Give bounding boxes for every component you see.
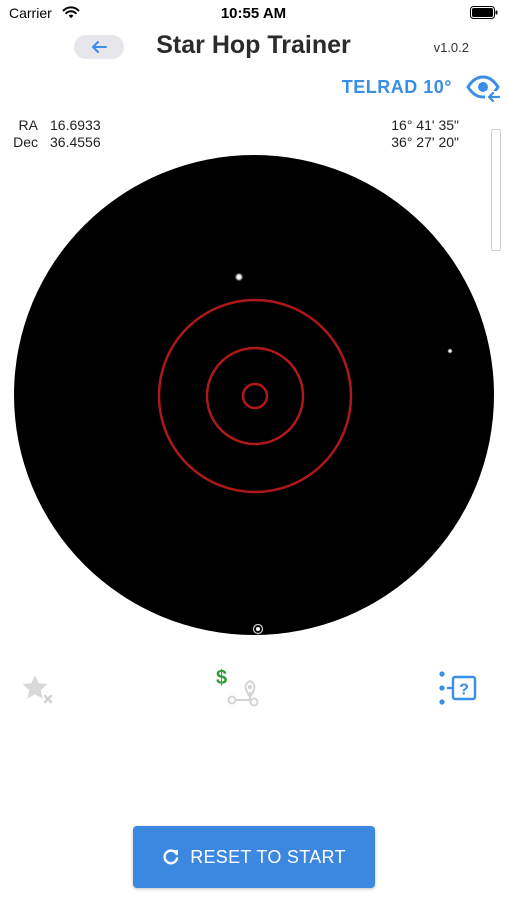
- dec-label: Dec: [13, 134, 38, 150]
- dec-dms-value: 36° 27' 20": [391, 134, 459, 150]
- version-label: v1.0.2: [433, 40, 469, 55]
- paid-route-button[interactable]: $: [214, 664, 264, 708]
- sky-view[interactable]: [13, 154, 495, 636]
- battery-icon: [470, 6, 498, 19]
- paid-route-icon: $: [216, 667, 259, 707]
- svg-text:?: ?: [459, 682, 469, 699]
- page-title: Star Hop Trainer: [156, 31, 351, 59]
- price-badge: $: [216, 667, 227, 689]
- dec-row: Dec 36.4556: [10, 134, 101, 151]
- eye-toggle-icon[interactable]: [466, 72, 500, 104]
- star[interactable]: [234, 272, 244, 282]
- star-remove-icon[interactable]: [20, 672, 56, 706]
- help-list-icon[interactable]: ?: [438, 670, 480, 706]
- status-time: 10:55 AM: [220, 5, 287, 22]
- reset-button[interactable]: RESET TO START: [133, 826, 375, 888]
- reset-label: RESET TO START: [190, 846, 346, 867]
- dec-value: 36.4556: [50, 134, 101, 150]
- status-bar: Carrier 10:55 AM: [0, 0, 507, 28]
- coordinates-dms: 16° 41' 35" 36° 27' 20": [391, 117, 459, 151]
- telrad-label[interactable]: TELRAD 10°: [342, 77, 452, 98]
- coordinates-decimal: RA 16.6933 Dec 36.4556: [10, 117, 101, 151]
- ra-label: RA: [18, 117, 38, 133]
- ra-hms-value: 16° 41' 35": [391, 117, 459, 133]
- refresh-icon: [163, 849, 179, 865]
- ra-row: RA 16.6933: [10, 117, 101, 134]
- app-screen: Carrier 10:55 AM Star Hop Trainer v1.0.2…: [0, 0, 507, 900]
- sky-disc: [14, 155, 494, 635]
- ra-value: 16.6933: [50, 117, 101, 133]
- star[interactable]: [447, 348, 453, 354]
